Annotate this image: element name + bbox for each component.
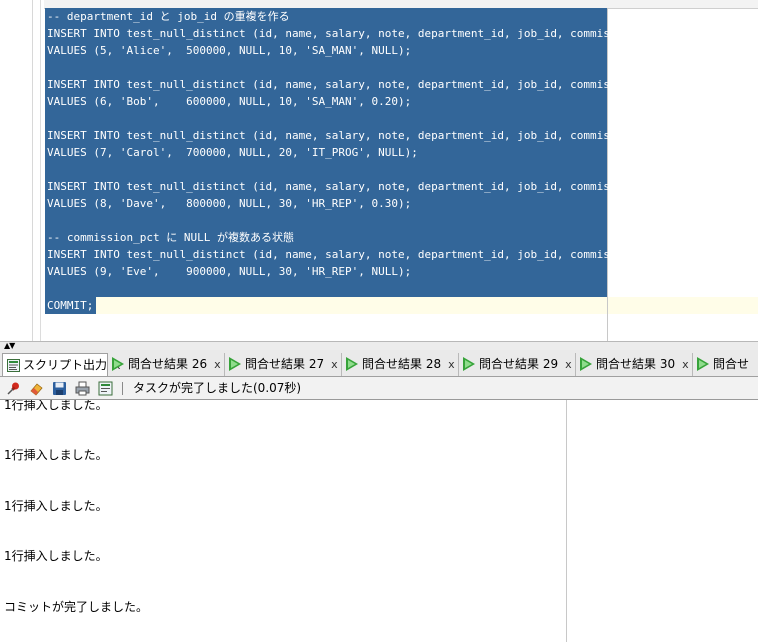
save-icon[interactable] — [52, 381, 67, 396]
tab-label: 問合せ結果 26 — [128, 357, 208, 371]
run-query-icon — [346, 357, 358, 371]
code-line[interactable]: COMMIT; — [47, 297, 93, 314]
tab-label: スクリプト出力 — [23, 358, 108, 372]
toolbar-separator — [122, 382, 123, 395]
code-line[interactable]: INSERT INTO test_null_distinct (id, name… — [47, 178, 670, 195]
tab-close-button[interactable]: x — [331, 358, 338, 371]
tab-query-result-30[interactable]: 問合せ結果 30 x — [576, 353, 693, 376]
current-line-highlight — [96, 297, 758, 314]
splitter-collapse-arrows-icon[interactable]: ▲▼ — [4, 342, 15, 350]
tab-query-result-29[interactable]: 問合せ結果 29 x — [459, 353, 576, 376]
run-query-icon — [697, 357, 709, 371]
tab-label: 問合せ結果 28 — [362, 357, 442, 371]
output-toolbar: タスクが完了しました(0.07秒) — [0, 377, 758, 400]
right-margin-guide — [607, 8, 608, 341]
output-line: 1行挿入しました。 — [4, 448, 108, 462]
output-line: 1行挿入しました。 — [4, 400, 108, 412]
run-query-icon — [112, 357, 124, 371]
tab-label: 問合せ結果 29 — [479, 357, 559, 371]
code-line[interactable]: INSERT INTO test_null_distinct (id, name… — [47, 127, 670, 144]
tab-label: 問合せ結果 27 — [245, 357, 325, 371]
pane-splitter[interactable]: ▲▼ — [0, 341, 758, 350]
tab-query-result-28[interactable]: 問合せ結果 28 x — [342, 353, 459, 376]
code-line[interactable]: VALUES (5, 'Alice', 500000, NULL, 10, 'S… — [47, 42, 411, 59]
code-line[interactable]: INSERT INTO test_null_distinct (id, name… — [47, 76, 670, 93]
run-query-icon — [580, 357, 592, 371]
code-line[interactable]: INSERT INTO test_null_distinct (id, name… — [47, 25, 670, 42]
code-line[interactable]: -- department_id と job_id の重複を作る — [47, 8, 290, 25]
tab-query-result-26[interactable]: 問合せ結果 26 x — [108, 353, 225, 376]
eraser-icon[interactable] — [29, 381, 44, 396]
open-in-editor-icon[interactable] — [98, 381, 113, 396]
output-line: 1行挿入しました。 — [4, 549, 108, 563]
tab-close-button[interactable]: x — [565, 358, 572, 371]
code-line[interactable]: VALUES (9, 'Eve', 900000, NULL, 30, 'HR_… — [47, 263, 411, 280]
code-line[interactable]: -- commission_pct に NULL が複数ある状態 — [47, 229, 294, 246]
tab-label: 問合せ結果 30 — [596, 357, 676, 371]
code-line[interactable]: INSERT INTO test_null_distinct (id, name… — [47, 246, 670, 263]
pin-icon[interactable] — [6, 381, 21, 396]
script-output-icon — [7, 359, 20, 372]
tab-close-button[interactable]: x — [214, 358, 221, 371]
tab-query-result-partial[interactable]: 問合せ — [693, 353, 758, 376]
run-query-icon — [229, 357, 241, 371]
tab-close-button[interactable]: x — [682, 358, 689, 371]
output-line: コミットが完了しました。 — [4, 600, 149, 614]
code-line[interactable]: VALUES (7, 'Carol', 700000, NULL, 20, 'I… — [47, 144, 418, 161]
output-line: 1行挿入しました。 — [4, 499, 108, 513]
task-status-text: タスクが完了しました(0.07秒) — [133, 381, 302, 395]
code-line[interactable]: VALUES (6, 'Bob', 600000, NULL, 10, 'SA_… — [47, 93, 411, 110]
output-tab-bar: スクリプト出力 x 問合せ結果 26 x 問合せ結果 27 x 問合せ結果 28 x 問… — [0, 350, 758, 377]
tab-script-output[interactable]: スクリプト出力 x — [2, 353, 121, 376]
tab-label: 問合せ — [713, 357, 750, 371]
code-line[interactable]: VALUES (8, 'Dave', 800000, NULL, 30, 'HR… — [47, 195, 411, 212]
output-side-panel — [567, 400, 758, 642]
run-query-icon — [463, 357, 475, 371]
line-gutter — [0, 0, 33, 341]
fold-guide — [40, 0, 41, 341]
tab-query-result-27[interactable]: 問合せ結果 27 x — [225, 353, 342, 376]
script-output-panel[interactable]: 1行挿入しました。 1行挿入しました。 1行挿入しました。 1行挿入しました。 … — [0, 400, 567, 642]
sql-editor[interactable]: -- department_id と job_id の重複を作る INSERT … — [0, 0, 758, 341]
tab-close-button[interactable]: x — [448, 358, 455, 371]
print-icon[interactable] — [75, 381, 90, 396]
